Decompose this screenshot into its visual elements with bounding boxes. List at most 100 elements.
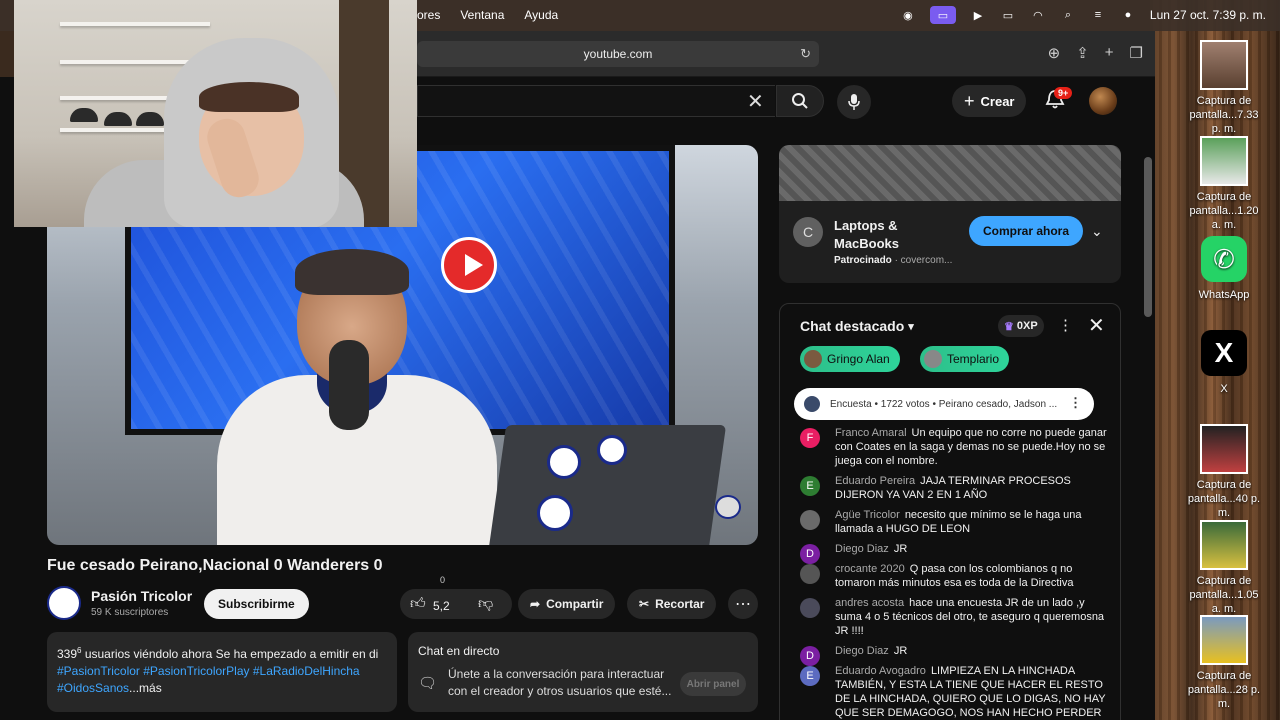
poll-avatar (804, 396, 820, 412)
menu-item-ventana[interactable]: Ventana (460, 8, 504, 22)
poll-banner[interactable]: Encuesta • 1722 votos • Peirano cesado, … (794, 388, 1094, 420)
hashtag-oidossanos[interactable]: #OidosSanos (57, 681, 129, 695)
video-title: Fue cesado Peirano,Nacional 0 Wanderers … (47, 557, 383, 574)
chat-avatar[interactable]: E (800, 476, 820, 496)
show-more-link[interactable]: ...más (129, 681, 162, 695)
chat-avatar[interactable]: D (800, 646, 820, 666)
page-scrollbar[interactable] (1144, 157, 1152, 317)
more-actions-button[interactable]: ⋯ (728, 589, 758, 619)
buy-now-button[interactable]: Comprar ahora (969, 216, 1084, 246)
open-panel-button[interactable]: Abrir panel (680, 672, 746, 696)
chat-author[interactable]: Diego Diaz (835, 645, 889, 657)
chat-author[interactable]: Diego Diaz (835, 543, 889, 555)
ad-banner-image (779, 145, 1121, 201)
chat-avatar[interactable]: E (800, 666, 820, 686)
desktop-screenshot-file[interactable]: Captura de pantalla...28 p. m. (1184, 615, 1264, 711)
chat-author[interactable]: Eduardo Avogadro (835, 665, 926, 677)
chat-message[interactable]: F Franco Amaral Un equipo que no corre no … (800, 426, 1110, 468)
desktop-screenshot-file[interactable]: Captura de pantalla...40 p. m. (1184, 424, 1264, 520)
siri-icon[interactable]: ● (1120, 8, 1136, 22)
studio-microphone (329, 340, 369, 430)
image-thumbnail-icon (1200, 136, 1248, 186)
desktop-screenshot-file[interactable]: Captura de pantalla...1.05 a. m. (1184, 520, 1264, 616)
account-avatar[interactable] (1089, 87, 1117, 115)
chat-message[interactable]: D Diego Diaz JR (800, 542, 1110, 564)
play-status-icon[interactable]: ▶ (970, 8, 986, 22)
kebab-menu-icon[interactable]: ⋮ (1069, 395, 1082, 411)
clear-search-icon[interactable]: ✕ (747, 89, 764, 114)
chat-avatar[interactable] (800, 510, 820, 530)
sponsored-ad[interactable]: C Laptops & MacBooks Patrocinado · cover… (779, 145, 1121, 283)
live-chat-panel: Chat destacado ▾ ♛ 0XP ⋮ ✕ Gringo Alan T… (779, 303, 1121, 720)
channel-watermark[interactable] (715, 495, 741, 519)
browser-toolbar: youtube.com ↻ ⊕ ⇪ + ❐ (417, 31, 1155, 77)
chat-avatar[interactable]: F (800, 428, 820, 448)
control-center-icon[interactable]: ≡ (1090, 8, 1106, 22)
chat-message[interactable]: Agüe Tricolor necesito que mínimo se le h… (800, 508, 1110, 536)
chat-message[interactable]: E Eduardo Avogadro LIMPIEZA EN LA HINCHADA… (800, 664, 1110, 720)
downloads-icon[interactable]: ⊕ (1048, 44, 1061, 62)
top-donor-chip[interactable]: Templario (920, 346, 1010, 372)
chevron-down-icon[interactable]: ⌄ (1091, 223, 1103, 240)
xp-badge[interactable]: ♛ 0XP (998, 315, 1044, 337)
search-button[interactable] (776, 85, 824, 117)
clip-button[interactable]: ✂ Recortar (627, 589, 717, 619)
chat-bubble-icon: 🗨︎ (418, 675, 438, 692)
chat-author[interactable]: andres acosta (835, 597, 904, 609)
top-donor-chip[interactable]: Gringo Alan (800, 346, 900, 372)
dislike-icon[interactable]: 👎︎ (478, 595, 493, 613)
share-arrow-icon: ➦ (530, 597, 541, 611)
spotlight-icon[interactable]: ⌕ (1060, 8, 1076, 22)
like-count: 5,2 (433, 599, 450, 613)
chat-avatar[interactable] (800, 564, 820, 584)
kebab-menu-icon[interactable]: ⋮ (1058, 316, 1073, 334)
channel-avatar[interactable] (47, 586, 81, 620)
chat-author[interactable]: crocante 2020 (835, 563, 905, 575)
chat-author[interactable]: Eduardo Pereira (835, 475, 915, 487)
chat-avatar[interactable] (800, 598, 820, 618)
chat-mode-selector[interactable]: Chat destacado ▾ (800, 318, 914, 334)
desktop-screenshot-file[interactable]: Captura de pantalla...7.33 p. m. (1184, 40, 1264, 136)
reload-icon[interactable]: ↻ (800, 46, 811, 62)
chat-message[interactable]: D Diego Diaz JR (800, 644, 1110, 666)
battery-icon[interactable]: ▭ (1000, 8, 1016, 22)
channel-name[interactable]: Pasión Tricolor (91, 588, 192, 604)
desktop-x-app[interactable]: X X (1184, 330, 1264, 396)
chip-name: Templario (947, 352, 1000, 366)
live-chat-title: Chat en directo (418, 644, 500, 658)
share-icon[interactable]: ⇪ (1076, 44, 1089, 62)
screen-mirror-icon[interactable]: ▭ (929, 6, 956, 24)
address-bar[interactable]: youtube.com ↻ (417, 41, 819, 67)
chat-message[interactable]: crocante 2020 Q pasa con los colombianos … (800, 562, 1110, 590)
description-box[interactable]: 3396 usuarios viéndolo ahora Se ha empez… (47, 632, 397, 712)
like-icon[interactable]: 👍︎ (410, 595, 426, 613)
ad-title[interactable]: Laptops & MacBooks (834, 217, 944, 253)
chat-author[interactable]: Agüe Tricolor (835, 509, 900, 521)
chat-avatar[interactable]: D (800, 544, 820, 564)
hashtag-line[interactable]: #PasionTricolor #PasionTricolorPlay #LaR… (57, 663, 387, 680)
desktop-whatsapp-app[interactable]: ✆ WhatsApp (1184, 236, 1264, 302)
search-input[interactable] (417, 85, 775, 117)
subscriber-count: 59 K suscriptores (91, 607, 169, 618)
share-label: Compartir (546, 597, 604, 611)
desktop-screenshot-file[interactable]: Captura de pantalla...1.20 a. m. (1184, 136, 1264, 232)
chat-message[interactable]: andres acosta hace una encuesta JR de un … (800, 596, 1110, 638)
wifi-icon[interactable]: ◠ (1030, 8, 1046, 22)
chat-author[interactable]: Franco Amaral (835, 427, 907, 439)
menu-clock[interactable]: Lun 27 oct. 7:39 p. m. (1150, 8, 1266, 22)
activity-icon[interactable]: ◉ (900, 8, 916, 22)
new-tab-icon[interactable]: + (1105, 44, 1114, 62)
laptop-sticker (537, 495, 573, 531)
close-icon[interactable]: ✕ (1088, 313, 1105, 338)
tab-overview-icon[interactable]: ❐ (1130, 44, 1143, 62)
chip-avatar (804, 350, 822, 368)
voice-search-button[interactable] (837, 85, 871, 119)
image-thumbnail-icon (1200, 615, 1248, 665)
chat-message[interactable]: E Eduardo Pereira JAJA TERMINAR PROCESOS D… (800, 474, 1110, 502)
menu-item-partial[interactable]: ores (417, 8, 440, 22)
subscribe-button[interactable]: Subscribirme (204, 589, 309, 619)
create-button[interactable]: + Crear (952, 85, 1027, 117)
webcam-overlay (14, 0, 417, 227)
menu-item-ayuda[interactable]: Ayuda (524, 8, 558, 22)
share-button[interactable]: ➦ Compartir (518, 589, 616, 619)
